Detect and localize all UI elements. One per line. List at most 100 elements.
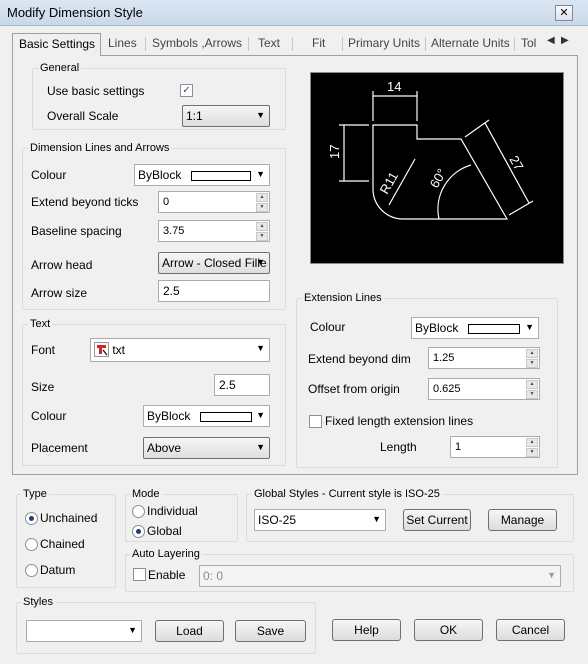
arrow-size-input[interactable]: 2.5	[158, 280, 270, 302]
chevron-down-icon: ▼	[256, 442, 265, 452]
preview-dim-angle: 60°	[427, 166, 450, 191]
tab-separator	[342, 37, 343, 51]
layer-value: 0: 0	[203, 569, 224, 583]
text-colour-select[interactable]: ByBlock ▼	[143, 405, 270, 427]
preview-dim-slant: 27	[506, 153, 526, 173]
tab-text[interactable]: Text	[258, 36, 280, 50]
chevron-down-icon: ▼	[525, 322, 534, 332]
spin-up-icon[interactable]: ▲	[526, 438, 538, 447]
preview-drawing: 14 17 R11 60° 27	[327, 79, 534, 220]
tab-separator	[248, 37, 249, 51]
baseline-spacing-label: Baseline spacing	[31, 224, 122, 238]
styles-select[interactable]: ▼	[26, 620, 142, 642]
tab-tolerances[interactable]: Tol	[521, 36, 536, 50]
tab-separator	[145, 37, 146, 51]
set-current-button[interactable]: Set Current	[403, 509, 471, 531]
dimension-lines-title: Dimension Lines and Arrows	[28, 142, 172, 154]
layer-select[interactable]: 0: 0 ▼	[199, 565, 561, 587]
preview-dim-radius: R11	[377, 169, 401, 196]
text-size-input[interactable]: 2.5	[214, 374, 270, 396]
spin-down-icon[interactable]: ▼	[526, 448, 538, 457]
chained-label: Chained	[40, 537, 85, 551]
tab-separator	[425, 37, 426, 51]
extend-beyond-ticks-value: 0	[163, 196, 170, 208]
overall-scale-select[interactable]: 1:1 ▼	[182, 105, 270, 127]
extend-beyond-dim-input[interactable]: 1.25 ▲ ▼	[428, 347, 540, 369]
extend-beyond-ticks-input[interactable]: 0 ▲ ▼	[158, 191, 270, 213]
tab-separator	[514, 37, 515, 51]
arrow-head-label: Arrow head	[31, 258, 93, 272]
tab-lines[interactable]: Lines	[108, 36, 137, 50]
use-basic-settings-label: Use basic settings	[47, 84, 145, 98]
spin-down-icon[interactable]: ▼	[256, 232, 268, 241]
placement-value: Above	[147, 441, 182, 455]
manage-button[interactable]: Manage	[488, 509, 557, 531]
arrow-head-select[interactable]: Arrow - Closed Fille ▼	[158, 252, 270, 274]
fixed-length-checkbox[interactable]	[309, 415, 322, 428]
tab-fit[interactable]: Fit	[312, 36, 325, 50]
mode-title: Mode	[130, 488, 162, 500]
font-select[interactable]: txt ▼	[90, 338, 270, 362]
preview-dim-top: 14	[387, 79, 401, 94]
radio-datum[interactable]	[25, 564, 38, 577]
offset-from-origin-input[interactable]: 0.625 ▲ ▼	[428, 378, 540, 400]
placement-select[interactable]: Above ▼	[143, 437, 270, 459]
type-title: Type	[21, 488, 49, 500]
cancel-button[interactable]: Cancel	[496, 619, 565, 641]
baseline-spacing-input[interactable]: 3.75 ▲ ▼	[158, 220, 270, 242]
spin-up-icon[interactable]: ▲	[256, 222, 268, 231]
extend-beyond-dim-label: Extend beyond dim	[308, 352, 411, 366]
radio-chained[interactable]	[25, 538, 38, 551]
radio-individual[interactable]	[132, 505, 145, 518]
spin-down-icon[interactable]: ▼	[256, 203, 268, 212]
spin-up-icon[interactable]: ▲	[256, 193, 268, 202]
help-button[interactable]: Help	[332, 619, 401, 641]
spin-down-icon[interactable]: ▼	[526, 359, 538, 368]
chevron-down-icon: ▼	[547, 570, 556, 580]
baseline-spacing-value: 3.75	[163, 225, 185, 237]
use-basic-settings-checkbox[interactable]: ✓	[180, 84, 193, 97]
global-style-select[interactable]: ISO-25 ▼	[254, 509, 386, 531]
ok-button[interactable]: OK	[414, 619, 483, 641]
dimension-preview: 14 17 R11 60° 27	[310, 72, 564, 264]
load-button[interactable]: Load	[155, 620, 224, 642]
radio-global[interactable]	[132, 525, 145, 538]
tab-basic-settings[interactable]: Basic Settings	[12, 33, 102, 56]
individual-label: Individual	[147, 504, 198, 518]
tab-bar: Basic Settings Lines Symbols ,Arrows Tex…	[12, 33, 578, 56]
auto-layering-enable-checkbox[interactable]	[133, 568, 146, 581]
spin-up-icon[interactable]: ▲	[526, 380, 538, 389]
dim-colour-label: Colour	[31, 168, 67, 182]
enable-label: Enable	[148, 568, 186, 582]
tab-scroll-left-icon[interactable]: ◀	[547, 35, 555, 46]
extend-beyond-ticks-label: Extend beyond ticks	[31, 195, 139, 209]
tab-alternate-units[interactable]: Alternate Units	[431, 36, 510, 50]
arrow-head-value: Arrow - Closed Fille	[162, 256, 267, 270]
title-bar: Modify Dimension Style ✕	[0, 0, 588, 26]
spin-down-icon[interactable]: ▼	[526, 390, 538, 399]
dim-colour-select[interactable]: ByBlock ▼	[134, 164, 270, 186]
tab-scroll-right-icon[interactable]: ▶	[561, 35, 569, 46]
length-value: 1	[455, 441, 462, 453]
text-colour-value: ByBlock	[147, 409, 191, 423]
offset-from-origin-label: Offset from origin	[308, 382, 400, 396]
text-size-label: Size	[31, 380, 55, 394]
global-label: Global	[147, 524, 182, 538]
radio-unchained[interactable]	[25, 512, 38, 525]
colour-swatch	[468, 323, 521, 334]
unchained-label: Unchained	[40, 511, 98, 525]
save-button[interactable]: Save	[235, 620, 306, 642]
spin-up-icon[interactable]: ▲	[526, 349, 538, 358]
tab-symbols-arrows[interactable]: Symbols ,Arrows	[152, 36, 242, 50]
window-title: Modify Dimension Style	[7, 5, 143, 20]
chevron-down-icon: ▼	[372, 514, 381, 524]
offset-from-origin-value: 0.625	[433, 383, 461, 395]
colour-swatch	[191, 170, 252, 181]
tab-primary-units[interactable]: Primary Units	[348, 36, 420, 50]
text-colour-label: Colour	[31, 409, 67, 423]
ext-colour-select[interactable]: ByBlock ▼	[411, 317, 539, 339]
close-button[interactable]: ✕	[555, 5, 573, 21]
dim-colour-value: ByBlock	[138, 168, 182, 182]
length-input[interactable]: 1 ▲ ▼	[450, 436, 540, 458]
global-style-value: ISO-25	[258, 513, 297, 527]
